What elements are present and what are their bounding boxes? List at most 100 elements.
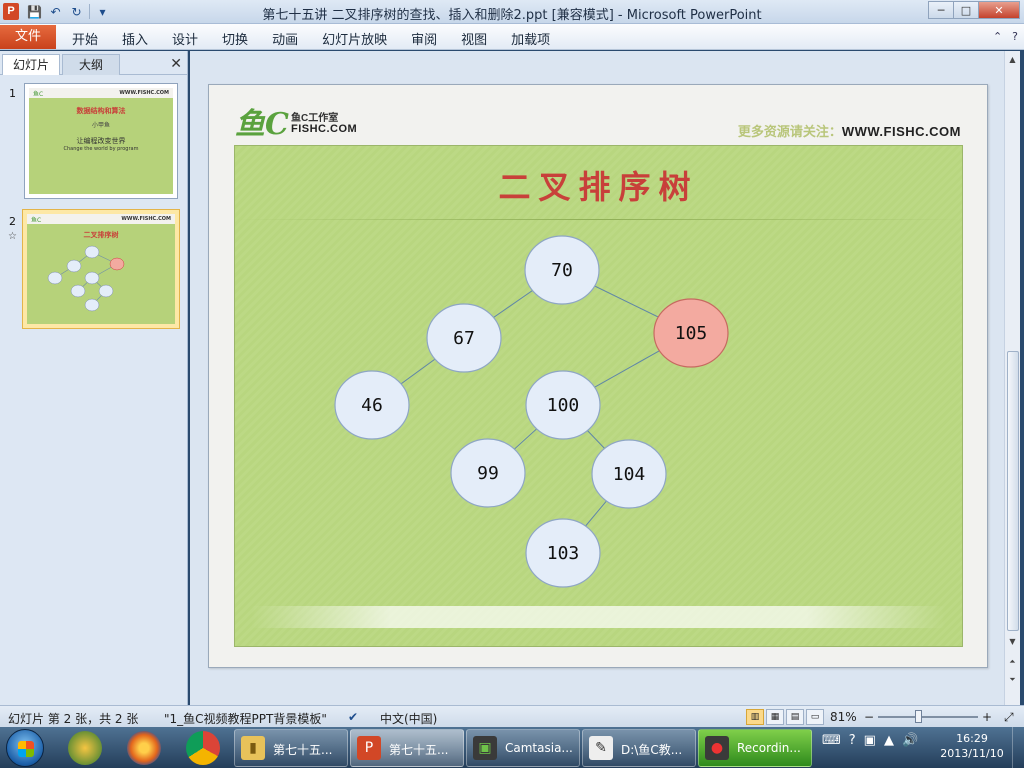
view-buttons: ▥ ▦ ▤ ▭	[746, 709, 824, 725]
tree-node-label: 67	[453, 328, 475, 349]
thumb-line: Change the world by program	[63, 146, 139, 152]
chrome-icon[interactable]	[186, 731, 220, 765]
reading-view-icon[interactable]: ▤	[786, 709, 804, 725]
camtasia-icon: ▣	[473, 736, 497, 760]
tree-node-70[interactable]: 70	[524, 235, 600, 305]
tree-node-label: 100	[547, 395, 580, 416]
slide-thumbnail-2[interactable]: 鱼C WWW.FISHC.COM 二叉排序树	[22, 209, 180, 329]
title-bar: P 💾 ↶ ↻ ▾ 第七十五讲 二叉排序树的查找、插入和删除2.ppt [兼容模…	[0, 0, 1024, 24]
zoom-out-icon[interactable]: −	[864, 710, 874, 724]
tab-outline[interactable]: 大纲	[62, 54, 120, 75]
clock[interactable]: 16:29 2013/11/10	[936, 731, 1008, 761]
thumb-author: 小甲鱼	[91, 122, 110, 129]
thumb-tree-diagram	[47, 245, 125, 312]
firefox-icon[interactable]	[127, 731, 161, 765]
thumb-brand: WWW.FISHC.COM	[119, 90, 169, 96]
zoom-in-icon[interactable]: +	[982, 710, 992, 724]
window-title: 第七十五讲 二叉排序树的查找、插入和删除2.ppt [兼容模式] - Micro…	[262, 8, 762, 23]
tab-view[interactable]: 视图	[461, 29, 487, 48]
ribbon-tabs: 文件 开始 插入 设计 切换 动画 幻灯片放映 审阅 视图 加载项 ⌃ ?	[0, 24, 1024, 50]
windows-logo-icon	[18, 741, 34, 757]
scroll-up-icon[interactable]: ▲	[1007, 55, 1018, 64]
editor-icon: ✎	[589, 736, 613, 760]
maximize-button[interactable]: □	[953, 1, 979, 19]
taskbar-powerpoint-button[interactable]: P 第七十五...	[350, 729, 464, 767]
animation-star-icon: ☆	[8, 231, 17, 242]
slide-sorter-icon[interactable]: ▦	[766, 709, 784, 725]
tab-home[interactable]: 开始	[72, 29, 98, 48]
vertical-scrollbar[interactable]: ▲ ▼ ⏶ ⏷	[1004, 51, 1020, 705]
tree-node-label: 105	[675, 323, 708, 344]
spellcheck-icon[interactable]: ✔	[348, 710, 358, 724]
close-panel-icon[interactable]: ✕	[170, 56, 182, 72]
clock-date: 2013/11/10	[940, 747, 1004, 760]
slide[interactable]: 鱼C 鱼C工作室 FISHC.COM 更多资源请关注：WWW.FISHC.COM…	[208, 84, 988, 668]
close-button[interactable]: ✕	[978, 1, 1020, 19]
slide-number: 2	[9, 215, 16, 228]
tree-node-label: 103	[547, 543, 580, 564]
slideshow-view-icon[interactable]: ▭	[806, 709, 824, 725]
taskbar-camtasia-button[interactable]: ▣ Camtasia...	[466, 729, 580, 767]
show-desktop-button[interactable]	[1012, 727, 1024, 768]
start-button[interactable]	[6, 729, 44, 767]
tab-animations[interactable]: 动画	[272, 29, 298, 48]
fit-to-window-icon[interactable]: ⤢	[1004, 710, 1014, 725]
tree-node-105[interactable]: 105	[653, 298, 729, 368]
tree-node-103[interactable]: 103	[525, 518, 601, 588]
ribbon-collapse-icon[interactable]: ⌃	[993, 30, 1002, 43]
tray-expand-icon[interactable]: ▲	[884, 733, 894, 748]
volume-icon[interactable]: 🔊	[902, 733, 918, 748]
tab-insert[interactable]: 插入	[122, 29, 148, 48]
slide-thumbnail-1[interactable]: 鱼C WWW.FISHC.COM 数据结构和算法 小甲鱼 让编程改变世界 Cha…	[24, 83, 178, 199]
tree-node-46[interactable]: 46	[334, 370, 410, 440]
theme-name: "1_鱼C视频教程PPT背景模板"	[164, 712, 327, 726]
slides-panel: 幻灯片 大纲 ✕ 1 鱼C WWW.FISHC.COM 数据结构和算法 小甲鱼 …	[0, 51, 188, 705]
next-slide-icon[interactable]: ⏷	[1007, 675, 1018, 685]
logo-icon: 鱼C	[33, 91, 44, 98]
tree-node-104[interactable]: 104	[591, 439, 667, 509]
folder-icon: ▮	[241, 736, 265, 760]
clock-time: 16:29	[956, 732, 988, 745]
tree-node-67[interactable]: 67	[426, 303, 502, 373]
minimize-button[interactable]: ─	[928, 1, 954, 19]
tree-node-label: 104	[613, 464, 646, 485]
thumb-line: 让编程改变世界	[76, 137, 126, 145]
tab-addins[interactable]: 加载项	[511, 29, 550, 48]
binary-search-tree-diagram: 70 67 105 46 100 99 104 103	[334, 235, 729, 588]
help-icon[interactable]: ?	[849, 733, 856, 748]
status-bar: 幻灯片 第 2 张，共 2 张 "1_鱼C视频教程PPT背景模板" ✔ 中文(中…	[0, 705, 1024, 727]
tree-node-label: 99	[477, 463, 499, 484]
tree-node-100[interactable]: 100	[525, 370, 601, 440]
tree-node-label: 70	[551, 260, 573, 281]
file-tab[interactable]: 文件	[0, 25, 56, 49]
media-center-icon[interactable]	[68, 731, 102, 765]
taskbar-explorer-button[interactable]: ▮ 第七十五...	[234, 729, 348, 767]
tab-design[interactable]: 设计	[172, 29, 198, 48]
system-tray: ⌨ ? ▣ ▲ 🔊	[822, 733, 918, 748]
network-icon[interactable]: ▣	[864, 733, 876, 748]
normal-view-icon[interactable]: ▥	[746, 709, 764, 725]
taskbar-recording-button[interactable]: ● Recordin...	[698, 729, 812, 767]
windows-taskbar: ▮ 第七十五... P 第七十五... ▣ Camtasia... ✎ D:\鱼…	[0, 727, 1024, 768]
previous-slide-icon[interactable]: ⏶	[1007, 657, 1018, 667]
zoom-slider-knob[interactable]	[915, 710, 922, 723]
slide-number: 1	[9, 87, 16, 100]
scroll-down-icon[interactable]: ▼	[1007, 637, 1018, 646]
tree-node-label: 46	[361, 395, 383, 416]
language-indicator[interactable]: 中文(中国)	[380, 710, 437, 727]
help-icon[interactable]: ?	[1012, 30, 1018, 43]
tree-node-99[interactable]: 99	[450, 438, 526, 508]
tab-slides[interactable]: 幻灯片	[2, 54, 61, 75]
tab-slideshow[interactable]: 幻灯片放映	[322, 29, 387, 48]
zoom-level[interactable]: 81%	[830, 710, 857, 724]
tab-review[interactable]: 审阅	[411, 29, 437, 48]
tab-transitions[interactable]: 切换	[222, 29, 248, 48]
scrollbar-thumb[interactable]	[1007, 351, 1019, 631]
slide-count: 幻灯片 第 2 张，共 2 张	[8, 712, 139, 726]
thumb-title: 数据结构和算法	[76, 107, 126, 115]
window-controls: ─ □ ✕	[928, 1, 1020, 19]
record-icon: ●	[705, 736, 729, 760]
keyboard-icon[interactable]: ⌨	[822, 733, 841, 748]
taskbar-editor-button[interactable]: ✎ D:\鱼C教...	[582, 729, 696, 767]
zoom-slider[interactable]	[878, 716, 978, 718]
